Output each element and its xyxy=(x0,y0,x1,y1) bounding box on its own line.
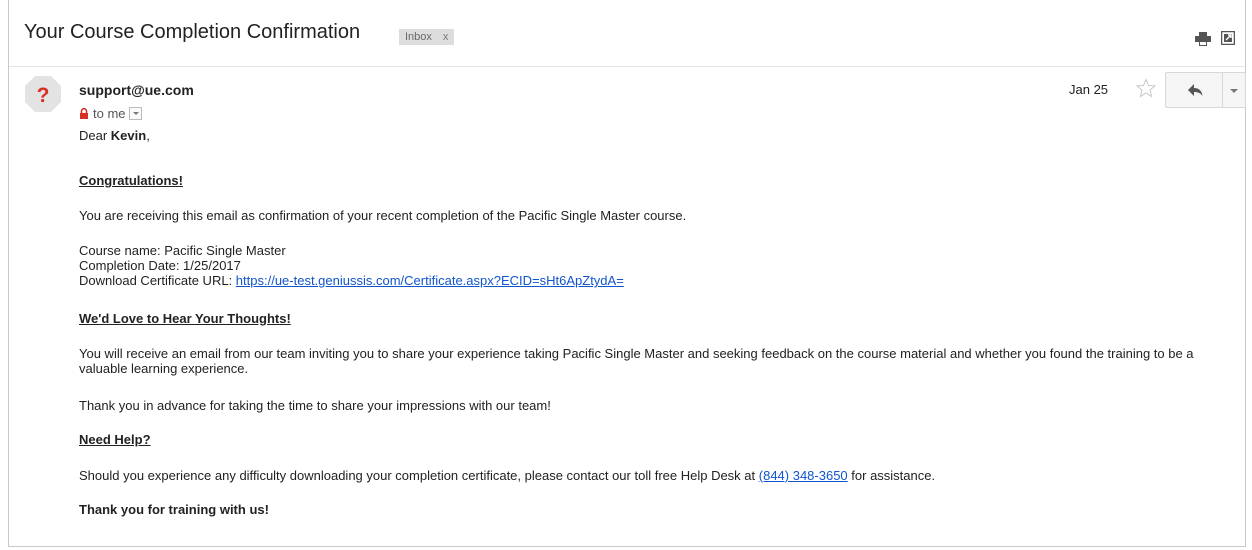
unknown-sender-avatar[interactable]: ? xyxy=(24,75,62,113)
download-label: Download Certificate URL: xyxy=(79,273,236,288)
email-date: Jan 25 xyxy=(1069,82,1109,97)
new-window-icon[interactable] xyxy=(1221,31,1235,45)
greeting: Dear Kevin, xyxy=(79,128,150,143)
help-prefix: Should you experience any difficulty dow… xyxy=(79,468,759,483)
download-line: Download Certificate URL: https://ue-tes… xyxy=(79,273,624,288)
inbox-label[interactable]: Inbox x xyxy=(399,29,455,45)
email-frame: Your Course Completion Confirmation Inbo… xyxy=(8,0,1246,547)
greeting-suffix: , xyxy=(146,128,150,143)
recipient-name: Kevin xyxy=(110,128,147,143)
email-subject: Your Course Completion Confirmation xyxy=(24,21,361,43)
inbox-label-text: Inbox xyxy=(405,31,432,43)
thanks-advance-paragraph: Thank you in advance for taking the time… xyxy=(79,398,551,413)
intro-paragraph: You are receiving this email as confirma… xyxy=(79,208,687,223)
help-heading: Need Help? xyxy=(79,432,151,447)
congrats-heading: Congratulations! xyxy=(79,173,183,188)
recipient-text: to me xyxy=(93,106,126,121)
recipient-line: to me xyxy=(79,106,142,121)
svg-text:?: ? xyxy=(37,84,50,107)
more-actions-button[interactable] xyxy=(1223,72,1246,108)
course-name: Course name: Pacific Single Master xyxy=(79,243,286,258)
greeting-prefix: Dear xyxy=(79,128,111,143)
print-icon[interactable] xyxy=(1195,32,1211,46)
certificate-link[interactable]: https://ue-test.geniussis.com/Certificat… xyxy=(236,273,624,288)
show-details-dropdown[interactable] xyxy=(128,107,142,120)
help-suffix: for assistance. xyxy=(847,468,936,483)
reply-button[interactable] xyxy=(1165,72,1223,108)
star-icon[interactable] xyxy=(1136,78,1156,98)
sender-address[interactable]: support@ue.com xyxy=(79,82,194,98)
reply-icon xyxy=(1188,84,1203,96)
header-divider xyxy=(9,66,1245,67)
closing-line: Thank you for training with us! xyxy=(79,502,269,517)
subject-bar: Your Course Completion Confirmation Inbo… xyxy=(9,0,1245,66)
remove-label-button[interactable]: x xyxy=(443,31,449,43)
help-phone-link[interactable]: (844) 348-3650 xyxy=(759,468,848,483)
completion-date: Completion Date: 1/25/2017 xyxy=(79,258,241,273)
help-paragraph: Should you experience any difficulty dow… xyxy=(79,468,935,483)
thoughts-heading: We'd Love to Hear Your Thoughts! xyxy=(79,311,291,326)
lock-icon xyxy=(80,108,88,119)
thoughts-paragraph: You will receive an email from our team … xyxy=(79,346,1194,376)
